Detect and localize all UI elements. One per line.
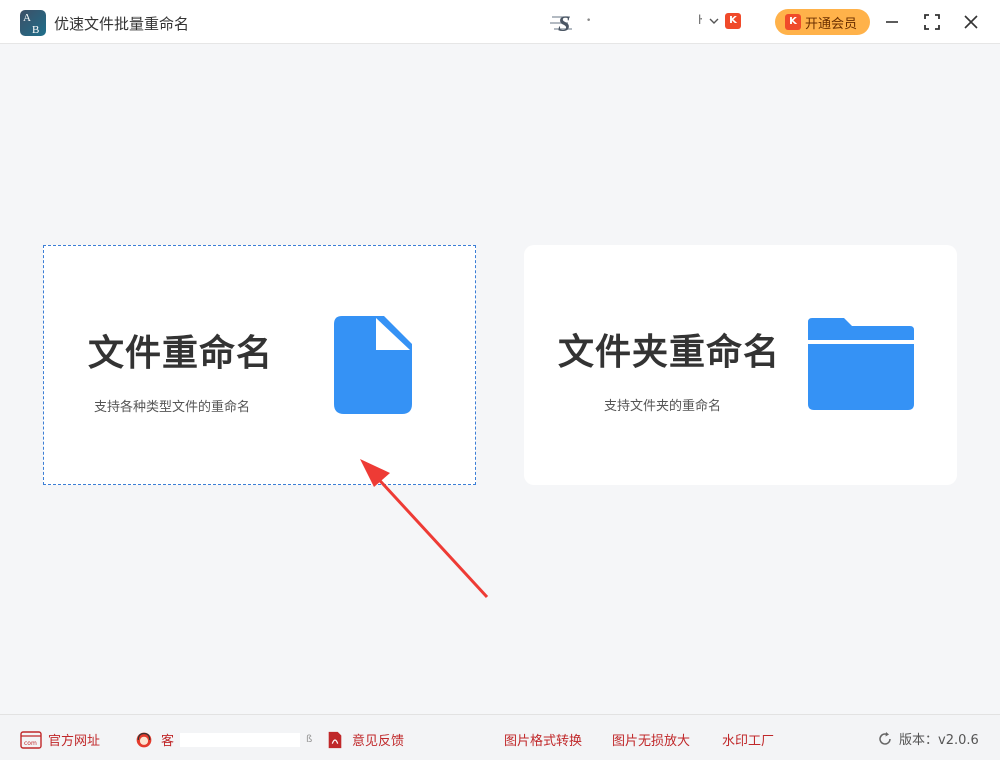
feedback-label: 意见反馈 xyxy=(352,734,405,749)
watermark-factory-link[interactable]: 水印工厂 xyxy=(722,730,774,749)
close-icon[interactable] xyxy=(959,10,983,34)
file-icon xyxy=(334,316,412,414)
app-title: 优速文件批量重命名 xyxy=(54,15,190,33)
file-rename-card[interactable]: 文件重命名 支持各种类型文件的重命名 xyxy=(43,245,476,485)
folder-rename-card[interactable]: 文件夹重命名 支持文件夹的重命名 xyxy=(524,245,957,485)
folder-icon xyxy=(808,318,914,410)
image-format-convert-link[interactable]: 图片格式转换 xyxy=(504,730,582,749)
website-icon: com xyxy=(20,730,42,749)
version-label: 版本：v2.0.6 xyxy=(899,733,979,748)
svg-text:S: S xyxy=(558,11,570,35)
headset-avatar-icon xyxy=(136,732,152,747)
feedback-link[interactable]: 意见反馈 xyxy=(324,730,404,749)
chevron-down-icon[interactable] xyxy=(708,15,720,27)
account-dot: • xyxy=(586,16,592,26)
minimize-icon[interactable] xyxy=(880,10,904,34)
folder-rename-subtitle: 支持文件夹的重命名 xyxy=(604,399,722,414)
vip-icon: K xyxy=(785,14,801,30)
maximize-icon[interactable] xyxy=(920,10,944,34)
account-name-tail[interactable]: ŀ xyxy=(698,13,702,27)
open-vip-label: 开通会员 xyxy=(805,16,858,32)
pdf-feedback-icon xyxy=(328,731,342,748)
svg-text:com: com xyxy=(24,740,37,747)
image-lossless-enlarge-link[interactable]: 图片无损放大 xyxy=(612,730,690,749)
redacted-contact xyxy=(180,732,301,747)
vip-icon: K xyxy=(725,13,741,29)
contact-tail: ß xyxy=(306,734,313,745)
footer-bar: com 官方网址 客 ß 意见反馈 图片格式转换 图片无损放大 水印工厂 版本：… xyxy=(0,714,1000,760)
file-rename-subtitle: 支持各种类型文件的重命名 xyxy=(94,400,251,415)
app-logo: AB xyxy=(20,10,46,36)
file-rename-title: 文件重命名 xyxy=(88,333,274,374)
open-vip-button[interactable]: K 开通会员 xyxy=(775,9,870,35)
refresh-icon xyxy=(879,731,891,745)
pointer-arrow xyxy=(360,459,489,599)
folder-rename-title: 文件夹重命名 xyxy=(558,332,781,373)
version-info[interactable]: 版本：v2.0.6 xyxy=(877,729,979,748)
title-bar: AB 优速文件批量重命名 S • ŀ K K 开通会员 xyxy=(0,0,1000,44)
official-site-link[interactable]: com 官方网址 xyxy=(20,730,100,749)
customer-service-link[interactable]: 客 ß xyxy=(133,730,312,749)
customer-service-label: 客 xyxy=(161,734,175,749)
official-site-label: 官方网址 xyxy=(48,734,101,749)
user-avatar-logo[interactable]: S xyxy=(548,11,578,35)
